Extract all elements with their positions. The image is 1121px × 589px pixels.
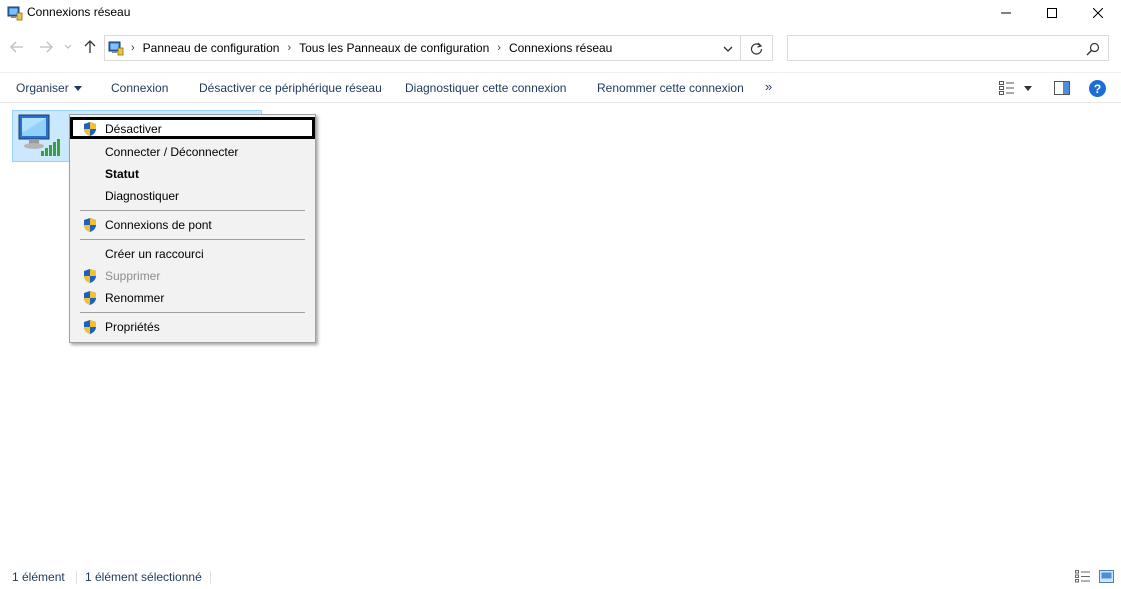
diagnose-connection-button[interactable]: Diagnostiquer cette connexion [405,81,566,95]
close-icon [1093,8,1103,18]
status-bar: 1 élément 1 élément sélectionné [0,566,1121,589]
connexion-button[interactable]: Connexion [111,81,168,95]
breadcrumb-item[interactable]: Tous les Panneaux de configuration [299,41,489,55]
status-divider [76,571,77,584]
selected-count: 1 élément sélectionné [85,570,202,584]
organiser-label: Organiser [16,81,69,95]
uac-shield-icon [84,269,96,283]
uac-shield-icon [84,122,96,136]
disable-device-button[interactable]: Désactiver ce périphérique réseau [199,81,382,95]
close-button[interactable] [1075,0,1121,26]
menu-separator [80,210,305,211]
breadcrumb-separator[interactable]: › [287,42,291,54]
menu-item-connexions-de-pont[interactable]: Connexions de pont [72,214,313,236]
window-title: Connexions réseau [27,5,131,19]
menu-item-label: Statut [105,167,139,181]
menu-item-label: Renommer [105,291,165,305]
menu-item-supprimer[interactable]: Supprimer [72,265,313,287]
menu-item-label: Supprimer [105,269,161,283]
menu-item-desactiver[interactable]: Désactiver [70,117,315,139]
breadcrumb-item[interactable]: Connexions réseau [509,41,612,55]
context-menu: Désactiver Connecter / Déconnecter Statu… [69,114,316,343]
help-icon[interactable]: ? [1089,80,1106,97]
uac-shield-icon [84,218,96,232]
network-connections-icon [108,41,124,56]
menu-item-label: Connecter / Déconnecter [105,145,239,159]
chevron-down-icon[interactable] [722,43,734,55]
command-bar: Organiser Connexion Désactiver ce périph… [0,72,1121,103]
menu-item-label: Créer un raccourci [105,247,204,261]
preview-pane-icon[interactable] [1054,81,1070,95]
menu-separator [80,312,305,313]
title-bar: Connexions réseau [0,0,1121,26]
navigation-bar: › Panneau de configuration › Tous les Pa… [0,32,1121,64]
large-icons-view-icon[interactable] [1099,570,1114,583]
rename-connection-button[interactable]: Renommer cette connexion [597,81,744,95]
address-bar[interactable]: › Panneau de configuration › Tous les Pa… [104,35,741,61]
network-adapter-icon [18,114,60,156]
menu-item-creer-raccourci[interactable]: Créer un raccourci [72,243,313,265]
menu-separator [80,239,305,240]
maximize-button[interactable] [1029,0,1075,26]
menu-item-statut[interactable]: Statut [72,163,313,185]
menu-item-diagnostiquer[interactable]: Diagnostiquer [72,185,313,207]
minimize-icon [1001,12,1011,14]
menu-item-label: Connexions de pont [105,218,212,232]
menu-item-proprietes[interactable]: Propriétés [72,316,313,338]
caret-down-icon [73,86,82,92]
status-divider [210,571,211,584]
menu-item-label: Désactiver [105,122,162,136]
menu-item-label: Propriétés [105,320,160,334]
breadcrumb-separator[interactable]: › [131,42,135,54]
maximize-icon [1047,8,1057,18]
explorer-window: Connexions réseau › Panneau de configura… [0,0,1121,589]
menu-item-renommer[interactable]: Renommer [72,287,313,309]
breadcrumb-item[interactable]: Panneau de configuration [143,41,280,55]
menu-item-connecter-deconnecter[interactable]: Connecter / Déconnecter [72,141,313,163]
forward-button[interactable] [37,38,55,56]
arrow-up-icon [84,40,96,53]
more-commands-button[interactable]: » [765,79,772,94]
refresh-icon [750,42,763,55]
arrow-right-icon [40,41,53,53]
search-icon [1086,42,1100,56]
details-view-icon[interactable] [1075,570,1091,583]
uac-shield-icon [84,320,96,334]
recent-locations-button[interactable] [62,38,74,56]
up-button[interactable] [81,38,99,56]
breadcrumb-separator[interactable]: › [497,42,501,54]
breadcrumb: › Panneau de configuration › Tous les Pa… [127,41,612,55]
search-input[interactable] [787,35,1109,61]
caret-down-icon[interactable] [1024,86,1032,91]
menu-item-label: Diagnostiquer [105,189,180,203]
uac-shield-icon [84,291,96,305]
refresh-button[interactable] [741,35,773,61]
minimize-button[interactable] [983,0,1029,26]
back-button[interactable] [8,38,26,56]
organiser-button[interactable]: Organiser [16,81,82,95]
change-view-icon[interactable] [999,81,1015,95]
item-count: 1 élément [12,570,65,584]
arrow-left-icon [10,41,23,53]
network-connections-icon [7,6,23,21]
chevron-down-icon [64,44,72,49]
